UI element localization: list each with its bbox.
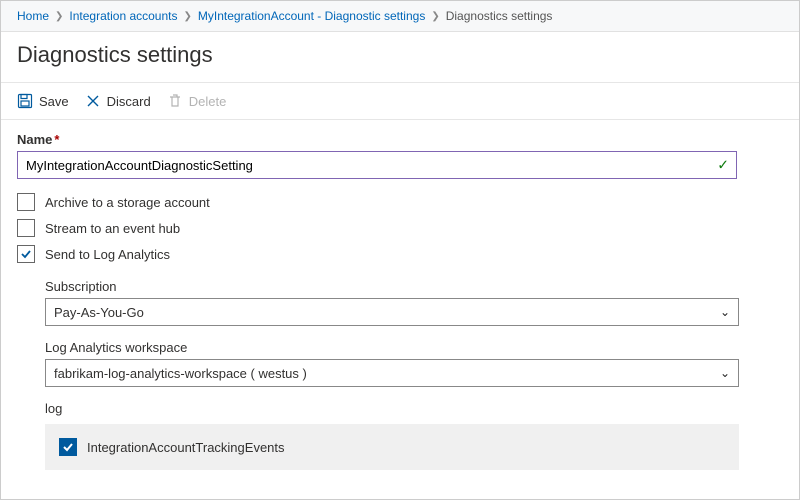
delete-button: Delete (167, 91, 227, 111)
toolbar: Save Discard Delete (1, 83, 799, 119)
name-label-text: Name (17, 132, 52, 147)
log-event-label: IntegrationAccountTrackingEvents (87, 440, 285, 455)
save-button[interactable]: Save (17, 91, 69, 111)
subscription-label: Subscription (45, 279, 739, 294)
log-analytics-section: Subscription Pay-As-You-Go ⌄ Log Analyti… (45, 279, 739, 470)
discard-button[interactable]: Discard (85, 91, 151, 111)
workspace-select[interactable]: fabrikam-log-analytics-workspace ( westu… (45, 359, 739, 387)
delete-label: Delete (189, 94, 227, 109)
validation-check-icon: ✓ (717, 157, 729, 174)
save-icon (17, 93, 33, 109)
chevron-right-icon: ❯ (183, 11, 191, 22)
discard-label: Discard (107, 94, 151, 109)
name-input[interactable] (17, 151, 737, 179)
chevron-down-icon: ⌄ (720, 366, 730, 380)
page-title: Diagnostics settings (1, 32, 799, 82)
workspace-value: fabrikam-log-analytics-workspace ( westu… (54, 366, 307, 381)
chevron-right-icon: ❯ (431, 11, 439, 22)
stream-checkbox[interactable] (17, 219, 35, 237)
chevron-down-icon: ⌄ (720, 305, 730, 319)
archive-checkbox-row[interactable]: Archive to a storage account (17, 193, 783, 211)
stream-checkbox-row[interactable]: Stream to an event hub (17, 219, 783, 237)
name-label: Name* (17, 132, 783, 147)
discard-icon (85, 93, 101, 109)
subscription-value: Pay-As-You-Go (54, 305, 144, 320)
archive-label: Archive to a storage account (45, 195, 210, 210)
save-label: Save (39, 94, 69, 109)
stream-label: Stream to an event hub (45, 221, 180, 236)
breadcrumb-account-diag[interactable]: MyIntegrationAccount - Diagnostic settin… (198, 9, 425, 23)
workspace-label: Log Analytics workspace (45, 340, 739, 355)
breadcrumb: Home ❯ Integration accounts ❯ MyIntegrat… (1, 1, 799, 32)
subscription-select[interactable]: Pay-As-You-Go ⌄ (45, 298, 739, 326)
send-la-checkbox[interactable] (17, 245, 35, 263)
breadcrumb-current: Diagnostics settings (446, 9, 553, 23)
log-panel: IntegrationAccountTrackingEvents (45, 424, 739, 470)
name-input-wrap: ✓ (17, 151, 737, 179)
send-la-checkbox-row[interactable]: Send to Log Analytics (17, 245, 783, 263)
required-mark: * (54, 132, 59, 147)
log-section-label: log (45, 401, 739, 416)
archive-checkbox[interactable] (17, 193, 35, 211)
chevron-right-icon: ❯ (55, 11, 63, 22)
log-event-row[interactable]: IntegrationAccountTrackingEvents (59, 438, 725, 456)
breadcrumb-integration-accounts[interactable]: Integration accounts (69, 9, 177, 23)
content-area: Name* ✓ Archive to a storage account Str… (1, 120, 799, 482)
breadcrumb-home[interactable]: Home (17, 9, 49, 23)
log-event-checkbox[interactable] (59, 438, 77, 456)
send-la-label: Send to Log Analytics (45, 247, 170, 262)
delete-icon (167, 93, 183, 109)
